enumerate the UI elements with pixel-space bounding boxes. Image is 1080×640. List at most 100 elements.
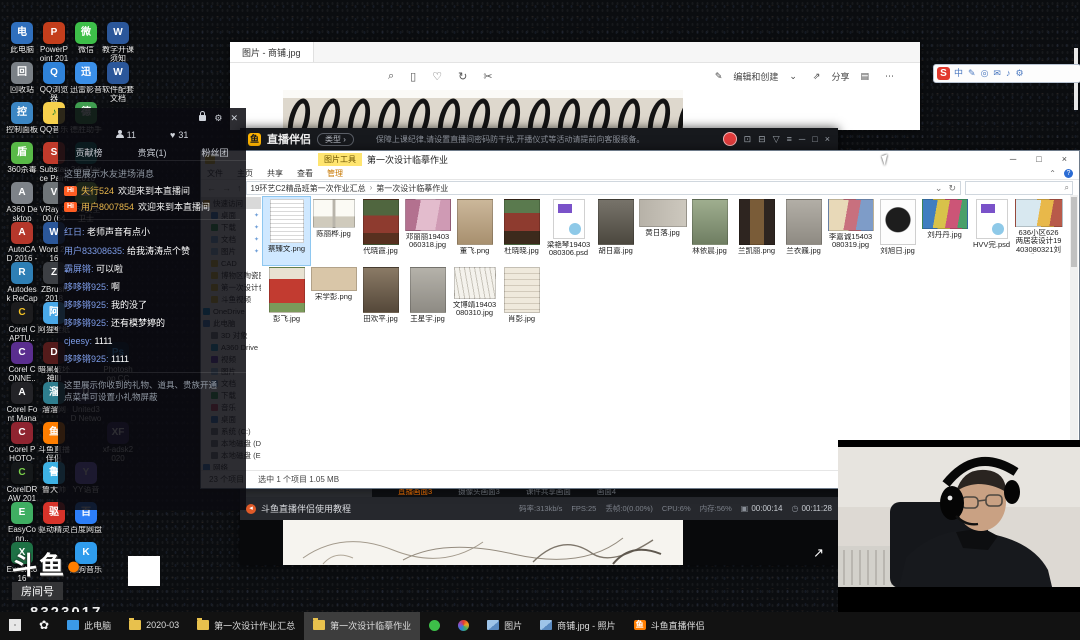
file-tile[interactable]: 黄日落.jpg: [639, 197, 686, 265]
start-button[interactable]: [0, 612, 30, 640]
file-tile[interactable]: 兰凯丽.png: [733, 197, 780, 265]
share-button[interactable]: 分享: [831, 70, 849, 83]
danmu-tab[interactable]: 贵宾(1): [137, 146, 166, 159]
file-tile[interactable]: 宋学彭.png: [310, 265, 357, 333]
danmaku-overlay[interactable]: ⚙ ✕ 11 ♥31 贡献榜贵宾(1)粉丝团 这里展示水友进场消息Hi失行524…: [58, 108, 246, 510]
desktop-icon[interactable]: 迅迅雷影音: [70, 62, 102, 95]
pictures-button[interactable]: 图片: [478, 612, 531, 640]
breadcrumb-item[interactable]: 第一次设计临摹作业: [376, 183, 448, 194]
window-control-icon[interactable]: ⊟: [758, 135, 766, 144]
douyu-companion-button[interactable]: 鱼斗鱼直播伴侣: [625, 612, 714, 640]
desktop-icon[interactable]: RAutodesk ReCap 2018: [6, 262, 38, 304]
window-control-icon[interactable]: ─: [1010, 154, 1016, 164]
crop-icon[interactable]: ✂: [483, 70, 492, 83]
address-icon[interactable]: ⌄: [935, 183, 943, 194]
file-tile[interactable]: 梁艳琴19403080306.psd: [545, 197, 592, 265]
file-tile[interactable]: 蔡臻文.png: [263, 197, 310, 265]
help-icon[interactable]: ?: [1064, 169, 1073, 178]
close-icon[interactable]: ✕: [230, 114, 238, 123]
chevron-down-icon[interactable]: ⌄: [789, 71, 797, 82]
file-tile[interactable]: 杜晓晓.jpg: [498, 197, 545, 265]
file-tile[interactable]: 胡日嘉.jpg: [592, 197, 639, 265]
file-tile[interactable]: 林依晨.jpg: [686, 197, 733, 265]
breadcrumb-item[interactable]: 19环艺C2精品班第一次作业汇总: [251, 183, 366, 194]
ribbon-tab-3[interactable]: 查看: [297, 168, 313, 179]
gear-icon[interactable]: ⚙: [214, 114, 222, 123]
sogou-tool-icon[interactable]: ♪: [1006, 69, 1011, 78]
print-icon[interactable]: ▤: [860, 71, 869, 82]
desktop-icon[interactable]: CCorel CONNE..: [6, 342, 38, 384]
desktop-icon[interactable]: QQQ浏览器: [38, 62, 70, 104]
edit-icon[interactable]: ✎: [715, 71, 723, 82]
companion-titlebar[interactable]: 鱼 直播伴侣 类型 › 保障上课纪律,请设置直播间密码防干扰,开播仪式等活动请提…: [240, 128, 838, 150]
window-control-icon[interactable]: ─: [799, 135, 805, 144]
window-control-icon[interactable]: ▽: [773, 135, 780, 144]
desktop-icon[interactable]: 盾360杀毒: [6, 142, 38, 175]
sogou-tool-icon[interactable]: ◎: [981, 69, 989, 78]
file-tile[interactable]: 陈丽桦.jpg: [310, 197, 357, 265]
desktop-icon[interactable]: CCorel CAPTU..: [6, 302, 38, 344]
edit-create-button[interactable]: 编辑和创建: [733, 70, 778, 83]
streamer-avatar[interactable]: [723, 132, 737, 146]
desktop-icon[interactable]: 电此电脑: [6, 22, 38, 55]
ribbon-tab-4[interactable]: 管理: [327, 168, 343, 179]
desktop-icon[interactable]: 控控制面板: [6, 102, 38, 135]
file-tile[interactable]: 邓丽丽19403060318.jpg: [404, 197, 451, 265]
desktop-icon[interactable]: EEasyConn..: [6, 502, 38, 544]
file-tile[interactable]: 兰衣巍.jpg: [780, 197, 827, 265]
desktop-icon[interactable]: CCorelDRAW 2018 (64-..: [6, 462, 38, 504]
wechat-button[interactable]: [420, 612, 449, 640]
ribbon-collapse-icon[interactable]: ⌃: [1049, 169, 1056, 178]
share-icon[interactable]: ⇗: [813, 71, 821, 82]
desktop-icon[interactable]: ACorel Font Manage..: [6, 382, 38, 424]
more-icon[interactable]: ⋯: [885, 71, 894, 82]
sogou-input-toolbar[interactable]: S 中✎◎✉♪⚙: [933, 64, 1080, 83]
photo-shangpu-button[interactable]: 商铺.jpg - 照片: [531, 612, 625, 640]
sogou-tool-icon[interactable]: ✉: [993, 69, 1001, 78]
tutorial-link[interactable]: 斗鱼直播伴侣使用教程: [261, 502, 351, 515]
folder-2020-03-button[interactable]: 2020-03: [120, 612, 188, 640]
file-tile[interactable]: HVV完.psd: [968, 197, 1015, 265]
ribbon-tab-2[interactable]: 共享: [267, 168, 283, 179]
window-control-icon[interactable]: □: [812, 135, 817, 144]
file-tile[interactable]: 肖彭.jpg: [498, 265, 545, 333]
sogou-tool-icon[interactable]: ⚙: [1015, 69, 1023, 78]
file-tile[interactable]: 王星宇.jpg: [404, 265, 451, 333]
address-icon[interactable]: ↻: [948, 183, 956, 194]
douyu-app-button[interactable]: ✿: [30, 612, 58, 640]
file-tile[interactable]: 文博靖19403080310.jpg: [451, 265, 498, 333]
resize-arrow-icon[interactable]: ↗: [813, 545, 824, 561]
window-control-icon[interactable]: ×: [1062, 154, 1067, 164]
photos-app-button[interactable]: [449, 612, 478, 640]
window-control-icon[interactable]: ≡: [787, 135, 792, 144]
file-tile[interactable]: 田欢平.jpg: [357, 265, 404, 333]
photos-tab[interactable]: 图片 - 商铺.jpg: [230, 42, 314, 62]
folder-homework-sum-button[interactable]: 第一次设计作业汇总: [188, 612, 304, 640]
delete-icon[interactable]: ▯: [410, 70, 416, 83]
breadcrumb[interactable]: 19环艺C2精品班第一次作业汇总›第一次设计临摹作业 ⌄↻: [246, 181, 962, 195]
lock-icon[interactable]: [199, 115, 206, 121]
desktop-icon[interactable]: PPowerPoint 2016: [38, 22, 70, 64]
desktop-icon[interactable]: 回回收站: [6, 62, 38, 95]
file-tile[interactable]: 刘丹丹.jpg: [921, 197, 968, 265]
sogou-tool-icon[interactable]: 中: [954, 69, 963, 78]
zoom-icon[interactable]: ⌕: [388, 70, 394, 83]
this-pc-button[interactable]: 此电脑: [58, 612, 120, 640]
folder-homework-button[interactable]: 第一次设计临摹作业: [304, 612, 420, 640]
desktop-icon[interactable]: W教学开课须知: [102, 22, 134, 64]
window-control-icon[interactable]: ×: [825, 135, 830, 144]
search-input[interactable]: ⌕: [965, 181, 1073, 195]
file-tile[interactable]: 刘旭日.jpg: [874, 197, 921, 265]
desktop-icon[interactable]: W软件配套文档: [102, 62, 134, 104]
desktop-icon[interactable]: 微微信: [70, 22, 102, 55]
scrollbar[interactable]: [1070, 195, 1078, 471]
speaker-icon[interactable]: ◂: [246, 504, 256, 514]
sogou-tool-icon[interactable]: ✎: [968, 69, 976, 78]
desktop-icon[interactable]: AAutoCAD 2016 - 简..: [6, 222, 38, 264]
file-tile[interactable]: 李嘉诚15403080319.jpg: [827, 197, 874, 265]
desktop-icon[interactable]: AA360 Desktop: [6, 182, 38, 224]
type-selector[interactable]: 类型 ›: [317, 133, 354, 146]
file-tile[interactable]: 636小区626两居装设计19403080321刘乐.png: [1015, 197, 1062, 265]
danmu-tab[interactable]: 粉丝团: [201, 146, 228, 159]
window-control-icon[interactable]: ⊡: [744, 135, 752, 144]
